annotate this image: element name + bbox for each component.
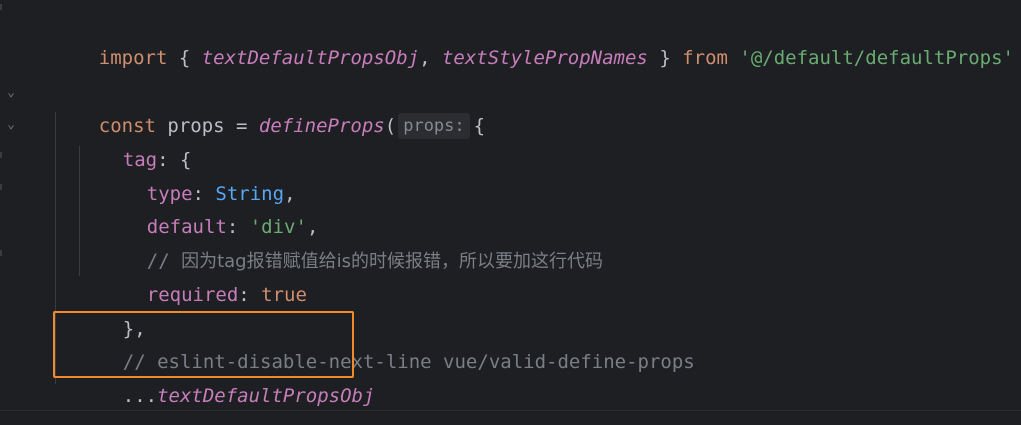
chevron-down-icon[interactable]: ⌄ (4, 118, 18, 132)
keyword-import: import (98, 47, 168, 69)
spread-operator: ... (122, 385, 158, 407)
code-line-define-props[interactable]: const props = defineProps(props:{ (53, 75, 485, 139)
property-key-required: required (146, 284, 239, 306)
punctuation: } (647, 47, 683, 69)
gutter-marker (0, 250, 2, 256)
gutter-marker (0, 184, 2, 190)
identifier-text-default-props-obj: textDefaultPropsObj (201, 47, 420, 69)
punctuation: , (419, 47, 442, 69)
code-line-comment-cjk[interactable]: // 因为tag报错赋值给is的时候报错，所以要加这行代码 (101, 210, 603, 272)
code-line-default[interactable]: default: 'div', (101, 176, 319, 238)
identifier-text-default-props-obj: textDefaultPropsObj (157, 385, 375, 407)
punctuation: { (167, 47, 202, 69)
code-editor[interactable]: ⌄ ⌄ import { textDefaultPropsObj, textSt… (0, 0, 1021, 425)
import-path-string: '@/default/defaultProps' (739, 47, 1014, 69)
code-line-type[interactable]: type: String, (101, 143, 296, 205)
gutter-marker (0, 4, 2, 10)
editor-gutter: ⌄ ⌄ (0, 0, 30, 425)
keyword-from: from (682, 47, 728, 69)
parameter-inlay-hint: props: (398, 113, 470, 139)
punctuation: ( (384, 115, 397, 137)
punctuation: : (238, 284, 262, 306)
punctuation: { (473, 115, 486, 137)
function-define-props: defineProps (258, 115, 385, 137)
chevron-down-icon[interactable]: ⌄ (4, 86, 18, 100)
code-line-required[interactable]: required: true (101, 244, 307, 306)
gutter-marker (0, 152, 2, 158)
highlight-annotation-box (53, 311, 354, 378)
code-line-close-tag[interactable]: }, (77, 278, 146, 340)
code-line-tag[interactable]: tag: { (77, 109, 192, 171)
code-line-import[interactable]: import { textDefaultPropsObj, textStyleP… (53, 7, 1014, 69)
identifier-text-style-prop-names: textStylePropNames (441, 47, 648, 69)
editor-bottom-edge (0, 410, 1021, 425)
boolean-true: true (261, 284, 307, 306)
code-line-close-define-props[interactable]: }) (53, 378, 122, 425)
